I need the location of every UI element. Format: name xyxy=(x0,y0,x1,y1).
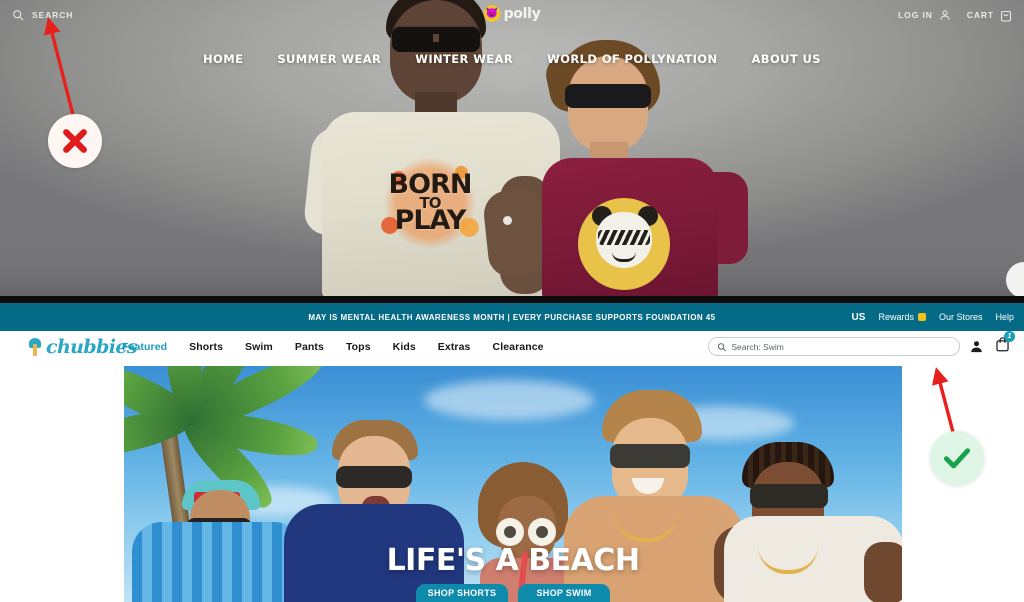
polly-utility-right: LOG IN CART xyxy=(898,0,1012,30)
nav-item-shorts[interactable]: Shorts xyxy=(189,341,223,353)
cart-icon xyxy=(1001,10,1011,21)
user-icon[interactable] xyxy=(969,339,984,354)
panda-sunglasses-icon xyxy=(598,230,650,245)
polly-nav-winter-wear[interactable]: WINTER WEAR xyxy=(415,52,513,66)
chubbies-header: chubbies Featured Shorts Swim Pants Tops… xyxy=(0,331,1024,362)
search-icon xyxy=(717,342,726,351)
announcement-utilities: US Rewards Our Stores Help xyxy=(852,312,1014,323)
shop-swim-button[interactable]: SHOP SWIM xyxy=(518,584,610,602)
polly-nav-about-us[interactable]: ABOUT US xyxy=(752,52,821,66)
nav-item-swim[interactable]: Swim xyxy=(245,341,273,353)
close-icon xyxy=(63,129,87,153)
reject-marker xyxy=(48,114,102,168)
chubbies-logo[interactable]: chubbies xyxy=(28,336,138,358)
beach-hero-banner[interactable]: LIFE'S A BEACH SHOP SHORTS SHOP SWIM xyxy=(124,366,902,602)
chubbies-nav-links: Featured Shorts Swim Pants Tops Kids Ext… xyxy=(122,341,544,353)
model-5-sunglasses-icon xyxy=(750,484,828,508)
model-left-ring xyxy=(503,216,512,225)
shop-shorts-button[interactable]: SHOP SHORTS xyxy=(416,584,508,602)
our-stores-link[interactable]: Our Stores xyxy=(939,312,983,322)
announcement-bar: MAY IS MENTAL HEALTH AWARENESS MONTH | E… xyxy=(0,303,1024,331)
page-margin-left xyxy=(0,362,124,602)
polly-logo[interactable]: 😈 polly xyxy=(483,5,541,22)
search-input[interactable] xyxy=(731,341,951,352)
nav-item-clearance[interactable]: Clearance xyxy=(493,341,544,353)
rewards-gift-icon xyxy=(917,313,926,321)
tee-text-line3: PLAY xyxy=(394,205,467,237)
user-icon xyxy=(940,10,950,20)
region-selector[interactable]: US xyxy=(852,312,866,323)
polly-search-label: SEARCH xyxy=(32,10,74,20)
search-box[interactable] xyxy=(708,337,960,356)
nav-item-pants[interactable]: Pants xyxy=(295,341,324,353)
nav-item-tops[interactable]: Tops xyxy=(346,341,371,353)
model-3-flower-sunglasses-left xyxy=(496,518,524,546)
polly-login-label: LOG IN xyxy=(898,10,933,20)
polly-logo-text: polly xyxy=(503,5,541,22)
palm-tree-icon xyxy=(28,337,42,356)
hero-headline: LIFE'S A BEACH xyxy=(386,543,640,578)
page-divider xyxy=(0,296,1024,303)
polly-nav-summer-wear[interactable]: SUMMER WEAR xyxy=(277,52,381,66)
chubbies-header-icons: 1 xyxy=(969,331,1015,357)
polly-main-nav: HOME SUMMER WEAR WINTER WEAR WORLD OF PO… xyxy=(0,52,1024,66)
polly-cart-label: CART xyxy=(966,10,994,20)
model-4-sunglasses-icon xyxy=(610,444,690,468)
screenshot-root: BORN TO PLAY SEARCH 😈 polly LOG IN CART … xyxy=(0,0,1024,602)
cloud-decoration xyxy=(424,380,594,420)
polly-panda-badge-icon: 😈 xyxy=(483,5,501,22)
nav-item-extras[interactable]: Extras xyxy=(438,341,471,353)
rewards-label: Rewards xyxy=(878,312,914,322)
nav-item-kids[interactable]: Kids xyxy=(393,341,416,353)
polly-login-button[interactable]: LOG IN xyxy=(898,9,951,21)
model-right-sunglasses-icon xyxy=(565,84,651,108)
polly-nav-home[interactable]: HOME xyxy=(203,52,243,66)
cart-button[interactable]: 1 xyxy=(995,331,1015,357)
cart-count-badge: 1 xyxy=(1004,331,1015,342)
polly-cart-button[interactable]: CART xyxy=(967,9,1012,22)
search-icon xyxy=(13,10,24,21)
polly-search-button[interactable]: SEARCH xyxy=(12,9,73,21)
check-icon xyxy=(943,448,971,469)
polly-hero-banner: BORN TO PLAY SEARCH 😈 polly LOG IN CART … xyxy=(0,0,1024,296)
born-to-play-graphic: BORN TO PLAY xyxy=(374,152,486,254)
model-2-sunglasses-icon xyxy=(336,466,412,488)
hero-cta-group: SHOP SHORTS SHOP SWIM xyxy=(124,584,902,602)
polly-nav-world-of-pollynation[interactable]: WORLD OF POLLYNATION xyxy=(547,52,717,66)
nav-item-featured[interactable]: Featured xyxy=(122,341,167,353)
help-link[interactable]: Help xyxy=(995,312,1014,322)
polly-utility-bar: SEARCH 😈 polly LOG IN CART xyxy=(0,0,1024,30)
model-left-hand xyxy=(481,187,549,279)
rewards-link[interactable]: Rewards xyxy=(878,312,926,322)
model-3-flower-sunglasses-right xyxy=(528,518,556,546)
accept-marker xyxy=(930,431,984,485)
